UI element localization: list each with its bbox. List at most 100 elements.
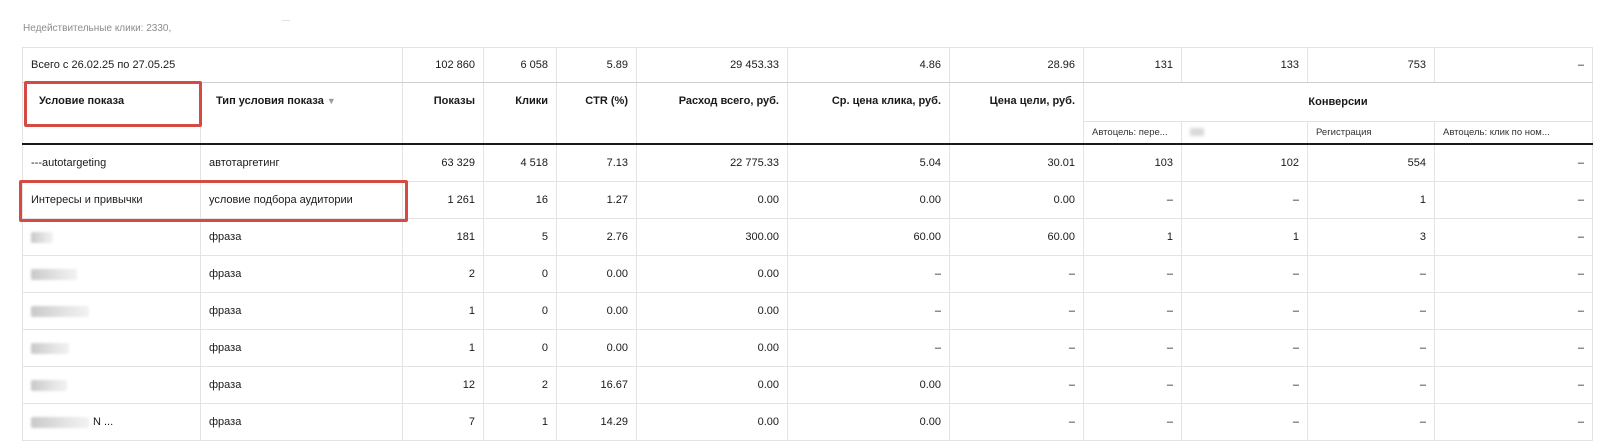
cell-c1: – xyxy=(1083,255,1182,293)
totals-goal-price: 28.96 xyxy=(949,47,1084,83)
cell-c2: – xyxy=(1181,329,1308,367)
cell-ctr: 16.67 xyxy=(556,366,637,404)
cell-condition-type: условие подбора аудитории xyxy=(200,181,403,219)
cell-c1: – xyxy=(1083,181,1182,219)
cell-avg-cpc: 5.04 xyxy=(787,143,950,182)
cell-spend: 0.00 xyxy=(636,292,788,330)
header-conversions: Конверсии xyxy=(1083,82,1593,122)
header-goal-price[interactable]: Цена цели, руб. xyxy=(949,82,1084,145)
cell-avg-cpc: 0.00 xyxy=(787,403,950,441)
cell-avg-cpc: – xyxy=(787,329,950,367)
cell-ctr: 0.00 xyxy=(556,329,637,367)
cell-c4: – xyxy=(1434,366,1593,404)
stats-table: Всего с 26.02.25 по 27.05.25 102 860 6 0… xyxy=(22,47,1593,441)
cell-avg-cpc: 0.00 xyxy=(787,181,950,219)
blurred-text xyxy=(31,342,69,354)
totals-impressions: 102 860 xyxy=(402,47,484,83)
totals-spend: 29 453.33 xyxy=(636,47,788,83)
cell-goal-price: – xyxy=(949,403,1084,441)
table-row[interactable]: фраза 1 0 0.00 0.00– – – – – – xyxy=(22,329,1593,367)
cell-c1: – xyxy=(1083,292,1182,330)
cell-ctr: 1.27 xyxy=(556,181,637,219)
cell-condition-type: фраза xyxy=(200,292,403,330)
header-condition[interactable]: Условие показа xyxy=(22,82,201,145)
cell-c2: 1 xyxy=(1181,218,1308,256)
cell-condition[interactable] xyxy=(22,218,201,256)
cell-condition-type: автотаргетинг xyxy=(200,143,403,182)
header-spend[interactable]: Расход всего, руб. xyxy=(636,82,788,145)
header-impressions[interactable]: Показы xyxy=(402,82,484,145)
cell-goal-price: – xyxy=(949,255,1084,293)
header-ctr[interactable]: CTR (%) xyxy=(556,82,637,145)
table-row[interactable]: ---autotargeting автотаргетинг 63 329 4 518… xyxy=(22,143,1593,182)
cell-c2: – xyxy=(1181,255,1308,293)
header-condition-type-label: Тип условия показа xyxy=(216,95,324,107)
header-avg-cpc[interactable]: Ср. цена клика, руб. xyxy=(787,82,950,145)
cell-clicks: 2 xyxy=(483,366,557,404)
divider xyxy=(282,20,290,21)
cell-spend: 300.00 xyxy=(636,218,788,256)
blurred-text xyxy=(31,416,89,428)
table-row[interactable]: фраза 181 5 2.76 300.00 60.00 60.00 1 1 3– xyxy=(22,218,1593,256)
cell-impressions: 1 261 xyxy=(402,181,484,219)
cell-condition-type: фраза xyxy=(200,218,403,256)
table-row[interactable]: фраза 1 0 0.00 0.00– – – – – – xyxy=(22,292,1593,330)
cell-c3: – xyxy=(1307,329,1435,367)
invalid-clicks-note: Недействительные клики: 2330, xyxy=(23,23,172,34)
cell-c1: 1 xyxy=(1083,218,1182,256)
blurred-text xyxy=(31,268,77,280)
cell-c4: – xyxy=(1434,403,1593,441)
blurred-text xyxy=(31,305,89,317)
cell-c4: – xyxy=(1434,143,1593,182)
cell-condition-text: Интересы и привычки xyxy=(31,194,143,206)
header-clicks[interactable]: Клики xyxy=(483,82,557,145)
header-conv3[interactable]: Регистрация xyxy=(1307,121,1435,145)
cell-c3: – xyxy=(1307,292,1435,330)
header-conv4[interactable]: Автоцель: клик по ном... xyxy=(1434,121,1593,145)
cell-c3: – xyxy=(1307,366,1435,404)
cell-ctr: 0.00 xyxy=(556,255,637,293)
cell-clicks: 16 xyxy=(483,181,557,219)
cell-c3: 554 xyxy=(1307,143,1435,182)
cell-goal-price: – xyxy=(949,366,1084,404)
header-condition-type[interactable]: Тип условия показа ▼ xyxy=(200,82,403,145)
cell-condition[interactable] xyxy=(22,329,201,367)
cell-c3: – xyxy=(1307,403,1435,441)
cell-impressions: 1 xyxy=(402,329,484,367)
cell-condition[interactable]: N ... xyxy=(22,403,201,441)
cell-ctr: 2.76 xyxy=(556,218,637,256)
cell-clicks: 0 xyxy=(483,329,557,367)
cell-condition[interactable]: Интересы и привычки xyxy=(22,181,201,219)
table-row[interactable]: Интересы и привычки условие подбора аудит… xyxy=(22,181,1593,219)
cell-condition[interactable] xyxy=(22,366,201,404)
cell-condition-type: фраза xyxy=(200,329,403,367)
cell-spend: 0.00 xyxy=(636,255,788,293)
header-conv2[interactable] xyxy=(1181,121,1308,145)
cell-clicks: 0 xyxy=(483,255,557,293)
stats-table-wrapper: Всего с 26.02.25 по 27.05.25 102 860 6 0… xyxy=(22,47,1593,441)
cell-impressions: 12 xyxy=(402,366,484,404)
cell-avg-cpc: 60.00 xyxy=(787,218,950,256)
cell-c3: – xyxy=(1307,255,1435,293)
blurred-text xyxy=(1190,128,1204,137)
header-conv1[interactable]: Автоцель: пере... xyxy=(1083,121,1182,145)
cell-c3: 3 xyxy=(1307,218,1435,256)
cell-goal-price: 30.01 xyxy=(949,143,1084,182)
table-row[interactable]: фраза 2 0 0.00 0.00– – – – – – xyxy=(22,255,1593,293)
cell-condition[interactable] xyxy=(22,292,201,330)
totals-ctr: 5.89 xyxy=(556,47,637,83)
cell-c2: – xyxy=(1181,181,1308,219)
cell-goal-price: 60.00 xyxy=(949,218,1084,256)
cell-condition-text: ---autotargeting xyxy=(31,157,107,169)
table-row[interactable]: N ... фраза 7 1 14.29 0.00 0.00– – – – – xyxy=(22,403,1593,441)
cell-clicks: 5 xyxy=(483,218,557,256)
cell-impressions: 2 xyxy=(402,255,484,293)
cell-c2: 102 xyxy=(1181,143,1308,182)
cell-condition[interactable]: ---autotargeting xyxy=(22,143,201,182)
cell-condition[interactable] xyxy=(22,255,201,293)
cell-goal-price: – xyxy=(949,292,1084,330)
table-row[interactable]: фраза 12 2 16.67 0.00 0.00– – – – – xyxy=(22,366,1593,404)
cell-c4: – xyxy=(1434,218,1593,256)
cell-spend: 0.00 xyxy=(636,366,788,404)
sort-down-icon[interactable]: ▼ xyxy=(327,96,336,106)
